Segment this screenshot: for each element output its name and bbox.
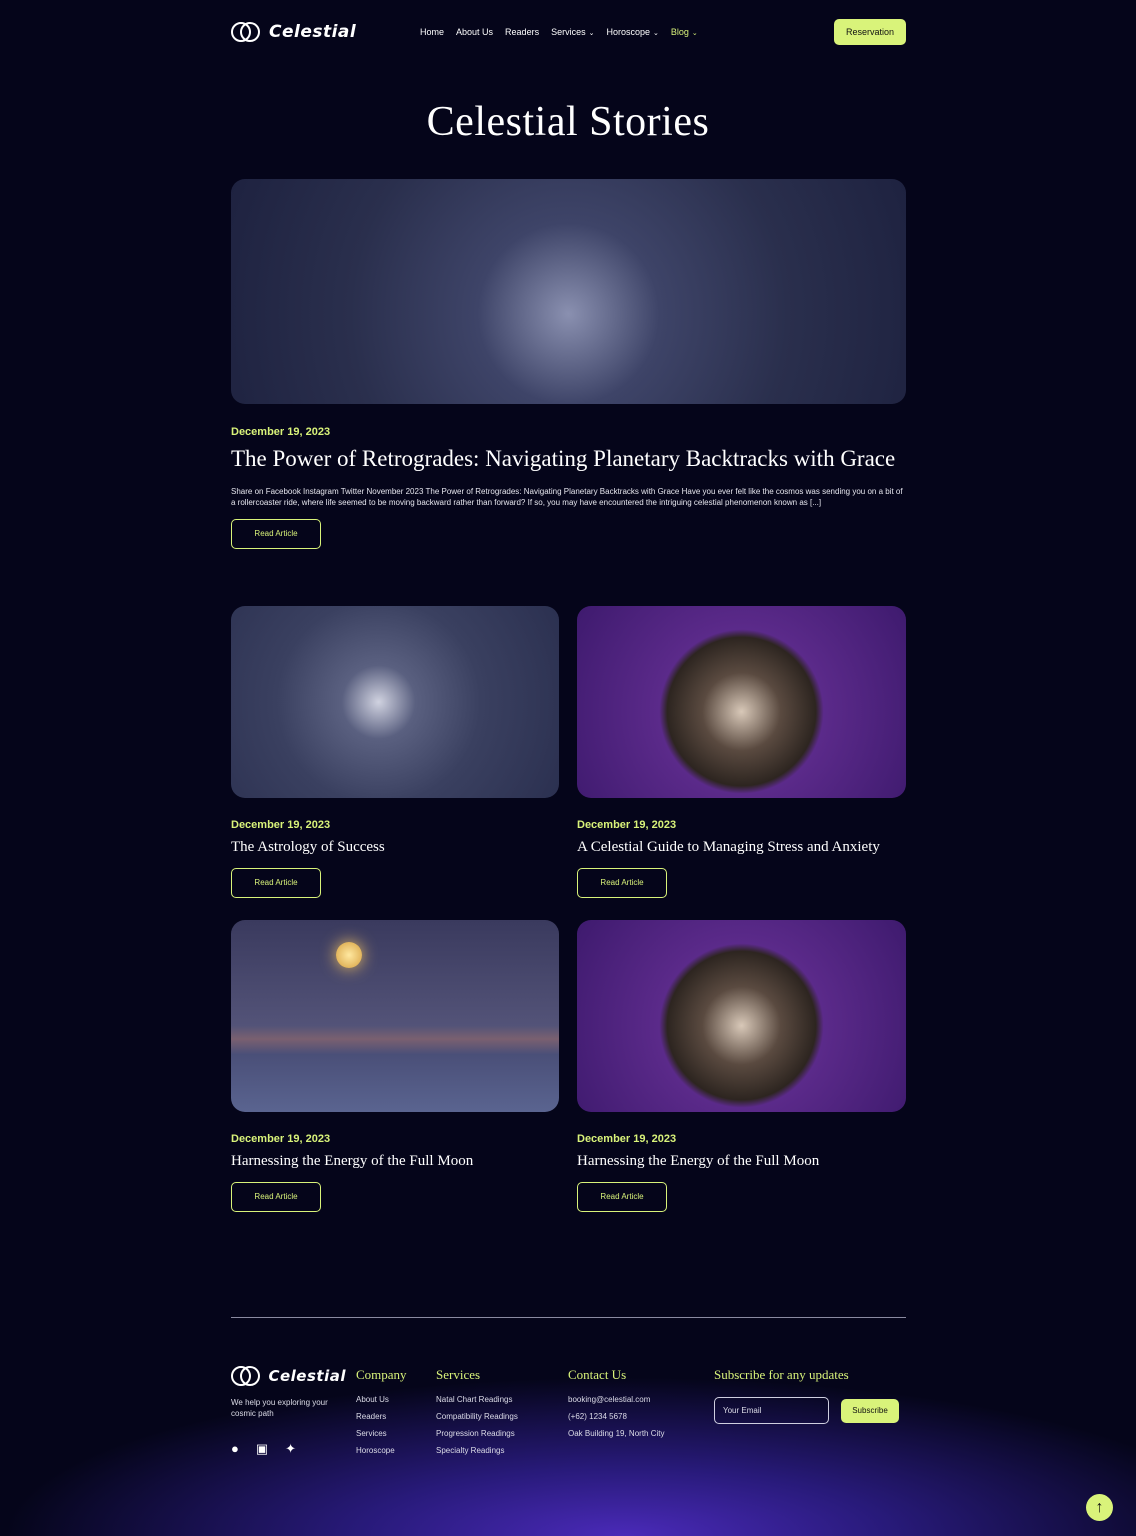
logo-icon — [231, 1365, 260, 1387]
post-title[interactable]: The Astrology of Success — [231, 839, 559, 856]
nav-blog[interactable]: Blog ⌄ — [671, 27, 698, 37]
post-title[interactable]: Harnessing the Energy of the Full Moon — [577, 1153, 906, 1170]
nav-blog-label: Blog — [670, 27, 689, 37]
footer-logo[interactable]: Celestial — [231, 1365, 346, 1387]
nav-readers[interactable]: Readers — [505, 27, 539, 37]
post-card: December 19, 2023 Harnessing the Energy … — [231, 920, 559, 1212]
post-date: December 19, 2023 — [577, 819, 677, 831]
post-image[interactable] — [577, 920, 906, 1112]
footer-link[interactable]: Services — [356, 1425, 407, 1442]
arrow-up-icon: ↑ — [1095, 1499, 1104, 1516]
nav-services[interactable]: Services ⌄ — [551, 27, 594, 37]
footer-contact: Contact Us booking@celestial.com (+62) 1… — [568, 1367, 665, 1442]
post-title[interactable]: Harnessing the Energy of the Full Moon — [231, 1153, 559, 1170]
social-links: ● ▣ ✦ — [231, 1441, 346, 1457]
post-card: December 19, 2023 The Astrology of Succe… — [231, 606, 559, 898]
footer-link[interactable]: Readers — [356, 1408, 407, 1425]
page-title: Celestial Stories — [426, 99, 710, 145]
logo-text: Celestial — [268, 1367, 346, 1385]
post-date: December 19, 2023 — [577, 1133, 677, 1145]
read-article-button[interactable]: Read Article — [231, 519, 321, 549]
logo-icon — [231, 21, 261, 43]
nav-about-us[interactable]: About Us — [456, 27, 493, 37]
read-article-button[interactable]: Read Article — [577, 1182, 667, 1212]
featured-title[interactable]: The Power of Retrogrades: Navigating Pla… — [231, 446, 906, 472]
scroll-to-top-button[interactable]: ↑ — [1086, 1494, 1113, 1521]
post-card: December 19, 2023 A Celestial Guide to M… — [577, 606, 906, 898]
instagram-icon[interactable]: ▣ — [256, 1441, 268, 1457]
nav-home[interactable]: Home — [420, 27, 444, 37]
footer-brand: Celestial We help you exploring your cos… — [231, 1365, 346, 1457]
featured-post: December 19, 2023 The Power of Retrograd… — [231, 179, 906, 549]
nav-horoscope-label: Horoscope — [606, 27, 650, 37]
post-date: December 19, 2023 — [231, 819, 331, 831]
footer-services: Services Natal Chart Readings Compatibil… — [436, 1367, 518, 1459]
footer-link[interactable]: Specialty Readings — [436, 1442, 518, 1459]
chevron-down-icon: ⌄ — [691, 30, 698, 37]
contact-email[interactable]: booking@celestial.com — [568, 1391, 665, 1408]
footer-link[interactable]: Horoscope — [356, 1442, 407, 1459]
footer-link[interactable]: About Us — [356, 1391, 407, 1408]
post-card: December 19, 2023 Harnessing the Energy … — [577, 920, 906, 1212]
footer-link[interactable]: Compatibility Readings — [436, 1408, 518, 1425]
contact-address: Oak Building 19, North City — [568, 1429, 665, 1438]
post-date: December 19, 2023 — [231, 1133, 331, 1145]
footer-link[interactable]: Progression Readings — [436, 1425, 518, 1442]
nav-horoscope[interactable]: Horoscope ⌄ — [606, 27, 658, 37]
contact-heading: Contact Us — [568, 1367, 627, 1382]
reservation-button[interactable]: Reservation — [833, 19, 906, 45]
read-article-button[interactable]: Read Article — [231, 868, 321, 898]
post-date: December 19, 2023 — [231, 426, 331, 438]
subscribe-button[interactable]: Subscribe — [841, 1398, 899, 1423]
subscribe-heading: Subscribe for any updates — [714, 1367, 849, 1382]
moon — [336, 942, 362, 968]
featured-image[interactable] — [231, 179, 906, 404]
footer-divider — [231, 1317, 906, 1318]
logo[interactable]: Celestial — [231, 21, 356, 43]
main-menu: Home About Us Readers Services ⌄ Horoscop… — [420, 27, 698, 37]
read-article-button[interactable]: Read Article — [231, 1182, 321, 1212]
nav-services-label: Services — [551, 27, 586, 37]
services-heading: Services — [436, 1367, 481, 1382]
footer-company: Company About Us Readers Services Horosc… — [356, 1367, 407, 1459]
post-image[interactable] — [577, 606, 906, 798]
twitter-icon[interactable]: ✦ — [285, 1441, 296, 1457]
post-image[interactable] — [231, 606, 559, 798]
facebook-icon[interactable]: ● — [231, 1441, 239, 1457]
footer-subscribe: Subscribe for any updates Subscribe — [714, 1367, 899, 1424]
chevron-down-icon: ⌄ — [588, 30, 595, 37]
email-input[interactable] — [714, 1397, 829, 1424]
top-nav: Celestial Home About Us Readers Services… — [231, 18, 906, 46]
contact-phone: (+62) 1234 5678 — [568, 1412, 627, 1421]
read-article-button[interactable]: Read Article — [577, 868, 667, 898]
company-heading: Company — [356, 1367, 407, 1382]
post-image[interactable] — [231, 920, 559, 1112]
post-title[interactable]: A Celestial Guide to Managing Stress and… — [577, 839, 906, 856]
featured-excerpt: Share on Facebook Instagram Twitter Nove… — [231, 487, 903, 507]
footer-link[interactable]: Natal Chart Readings — [436, 1391, 518, 1408]
chevron-down-icon: ⌄ — [653, 30, 659, 37]
logo-text: Celestial — [269, 22, 357, 42]
footer-tagline: We help you exploring your cosmic path — [231, 1398, 328, 1418]
